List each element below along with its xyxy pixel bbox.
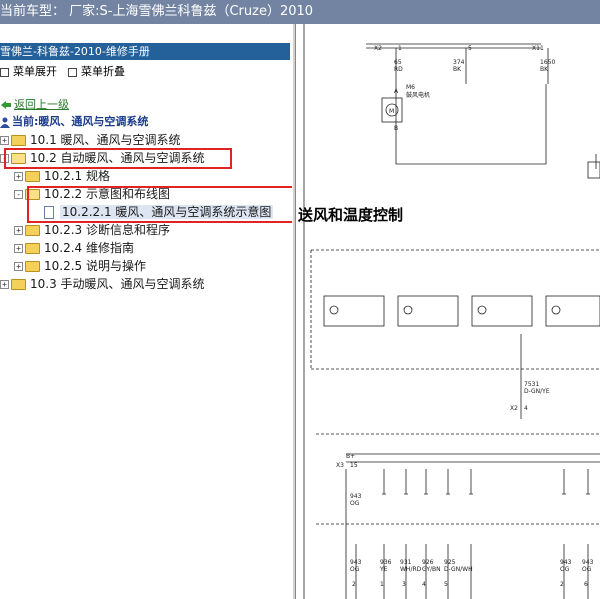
tree-item-10-2-1[interactable]: +10.2.1 规格 <box>14 167 110 185</box>
pin-1-top-right: 1 <box>540 45 544 52</box>
bottom-wire-3-color: WH/RD <box>400 566 422 573</box>
bottom-wire-7-num: 943 <box>582 559 594 566</box>
expand-icon <box>0 67 9 77</box>
motor-pin-a: A <box>394 88 399 95</box>
pin-4: 4 <box>524 405 528 412</box>
wire-7531-num: 7531 <box>524 381 539 388</box>
wire-943-left-num: 943 <box>350 493 362 500</box>
pin-15: 15 <box>350 462 358 469</box>
folder-icon <box>25 171 40 182</box>
bottom-pin-5: 5 <box>444 581 448 588</box>
wire-374-num: 374 <box>453 59 465 66</box>
expand-menu-button[interactable]: 菜单展开 <box>0 64 57 80</box>
tree-item-10-2-5[interactable]: +10.2.5 说明与操作 <box>14 257 146 275</box>
back-up-link[interactable]: 返回上一级 <box>0 96 69 114</box>
bottom-wire-6-num: 943 <box>560 559 572 566</box>
motor-name: 鼓风电机 <box>406 91 430 99</box>
tree-item-10-2-4[interactable]: +10.2.4 维修指南 <box>14 239 134 257</box>
bottom-wire-4-color: GY/BN <box>422 566 441 573</box>
wire-65-color: RD <box>394 66 403 73</box>
bottom-wire-2-color: YE <box>379 566 388 573</box>
tree-item-10-2-3[interactable]: +10.2.3 诊断信息和程序 <box>14 221 170 239</box>
window-title: 当前车型： 厂家:S-上海雪佛兰科鲁兹（Cruze）2010 <box>0 4 314 19</box>
expand-toggle-icon[interactable]: + <box>0 280 9 289</box>
wire-943-left-color: OG <box>350 500 360 507</box>
folder-icon <box>11 135 26 146</box>
connector-x3: X3 <box>336 462 344 469</box>
collapse-menu-button[interactable]: 菜单折叠 <box>68 64 125 80</box>
tree-item-10-3[interactable]: +10.3 手动暖风、通风与空调系统 <box>0 275 205 293</box>
bottom-wire-2-num: 936 <box>380 559 392 566</box>
expand-toggle-icon[interactable]: + <box>14 262 23 271</box>
folder-icon <box>11 279 26 290</box>
folder-open-icon <box>11 153 26 164</box>
back-arrow-icon <box>1 101 11 109</box>
bottom-pin-6: 6 <box>584 581 588 588</box>
wire-1650-color: BK <box>540 66 549 73</box>
bottom-pin-2-right: 2 <box>560 581 564 588</box>
bottom-wire-7-color: OG <box>582 566 592 573</box>
wire-65-num: 65 <box>394 59 402 66</box>
expand-toggle-icon[interactable]: + <box>14 244 23 253</box>
wiring-diagram-pane: X2 X1 1 5 1 65 RD 374 BK 1650 BK A M6 鼓风… <box>296 24 600 599</box>
bottom-wire-5-num: 925 <box>444 559 456 566</box>
wire-7531-color: D-GN/YE <box>524 388 550 395</box>
manual-header: 雪佛兰-科鲁兹-2010-维修手册 <box>0 43 290 60</box>
expand-toggle-icon[interactable]: + <box>14 226 23 235</box>
bottom-wire-3-num: 931 <box>400 559 412 566</box>
collapse-icon <box>68 67 77 77</box>
current-section: 当前:暖风、通风与空调系统 <box>0 113 148 131</box>
pin-1: 1 <box>398 45 402 52</box>
motor-symbol: M <box>389 108 394 115</box>
bottom-wire-1-color: OG <box>350 566 360 573</box>
motor-pin-b: B <box>394 125 398 132</box>
wire-1650-num: 1650 <box>540 59 555 66</box>
tree-item-10-2-2-1[interactable]: 10.2.2.1 暖风、通风与空调系统示意图 <box>44 203 274 221</box>
folder-icon <box>25 261 40 272</box>
wiring-diagram: X2 X1 1 5 1 65 RD 374 BK 1650 BK A M6 鼓风… <box>303 24 600 599</box>
tree-item-10-1[interactable]: +10.1 暖风、通风与空调系统 <box>0 131 181 149</box>
bottom-pin-1: 1 <box>380 581 384 588</box>
tree-item-10-2[interactable]: -10.2 自动暖风、通风与空调系统 <box>0 149 205 167</box>
app-title-bar: 当前车型： 厂家:S-上海雪佛兰科鲁兹（Cruze）2010 <box>0 0 600 24</box>
tree-item-10-2-2[interactable]: -10.2.2 示意图和布线图 <box>14 185 170 203</box>
connector-x1-top: X1 <box>532 45 540 52</box>
bottom-wire-5-color: D-GN/WH <box>444 566 473 573</box>
collapse-toggle-icon[interactable]: - <box>14 190 23 199</box>
user-icon <box>0 117 10 128</box>
connector-x2-top: X2 <box>374 45 382 52</box>
expand-toggle-icon[interactable]: + <box>14 172 23 181</box>
bottom-wire-1-num: 943 <box>350 559 362 566</box>
motor-id: M6 <box>406 84 415 91</box>
bottom-pin-4: 4 <box>422 581 426 588</box>
connector-x2-mid: X2 <box>510 405 518 412</box>
folder-icon <box>25 243 40 254</box>
manual-navigation-pane: 雪佛兰-科鲁兹-2010-维修手册 菜单展开 菜单折叠 返回上一级 当前:暖风、… <box>0 40 292 599</box>
expand-toggle-icon[interactable]: + <box>0 136 9 145</box>
folder-open-icon <box>25 189 40 200</box>
bottom-wire-6-color: OG <box>560 566 570 573</box>
wire-374-color: BK <box>453 66 462 73</box>
bottom-pin-2: 2 <box>352 581 356 588</box>
b-plus-label: B+ <box>346 453 355 460</box>
folder-icon <box>25 225 40 236</box>
bottom-pin-3: 3 <box>402 581 406 588</box>
bottom-wire-4-num: 926 <box>422 559 434 566</box>
document-icon <box>44 206 54 219</box>
collapse-toggle-icon[interactable]: - <box>0 154 9 163</box>
diagram-title: 送风和温度控制 <box>298 206 404 224</box>
pin-5: 5 <box>468 45 472 52</box>
